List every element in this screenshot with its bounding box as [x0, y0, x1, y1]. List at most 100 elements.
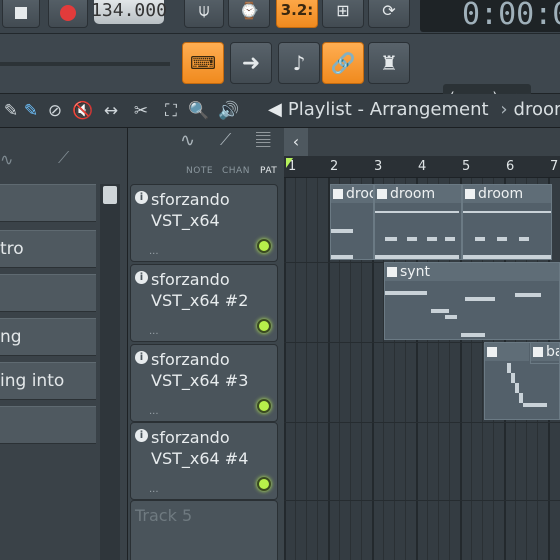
browser-header: ∿ ⟋ — [0, 128, 127, 184]
pattern-clip[interactable]: synt — [384, 262, 560, 340]
track-led[interactable] — [257, 399, 271, 413]
plugin-button[interactable]: ♜ — [368, 42, 410, 84]
clip-label: droo — [346, 186, 373, 202]
browser-item[interactable] — [0, 274, 96, 312]
slice-tool-icon[interactable]: ✂ — [130, 100, 152, 122]
grid-line — [284, 178, 286, 560]
note — [497, 237, 507, 241]
playlist-top-strip — [308, 128, 560, 156]
track-header-3[interactable]: i sforzando VST_x64 #3 ... — [130, 344, 278, 422]
delete-tool-icon[interactable]: ⊘ — [44, 100, 66, 122]
track-header-2[interactable]: i sforzando VST_x64 #2 ... — [130, 264, 278, 342]
note — [511, 373, 515, 383]
note — [515, 293, 541, 297]
track-header-4[interactable]: i sforzando VST_x64 #4 ... — [130, 422, 278, 500]
loop-record-button[interactable]: ⟳ — [368, 0, 410, 28]
shortcut-toolbar: ⌨ ➜ ♪ 🔗 ♜ (none) ▶ — [0, 34, 560, 112]
stop-button[interactable] — [2, 0, 40, 28]
playlist-grid[interactable]: ‹ 1 2 3 4 5 6 7 dro droom droom synt b — [284, 128, 560, 560]
playback-tool-icon[interactable]: 🔊 — [218, 100, 240, 122]
track-name: sforzando VST_x64 #3 — [151, 349, 248, 391]
countdown-button[interactable]: 3.2: — [276, 0, 318, 28]
browser-item[interactable] — [0, 406, 96, 444]
pattern-clip[interactable]: droom — [462, 184, 552, 260]
note — [331, 229, 353, 233]
pattern-clip[interactable]: ba — [530, 342, 560, 364]
ruler-label: 4 — [418, 159, 427, 174]
playlist-title-text: Playlist - Arrangement — [287, 99, 489, 120]
select-tool-icon[interactable]: ⛶ — [160, 100, 182, 122]
track-name-line2: VST_x64 #2 — [151, 291, 249, 310]
track-led[interactable] — [257, 319, 271, 333]
pattern-icon — [533, 347, 543, 357]
metronome-button[interactable]: ⍦ — [184, 0, 224, 28]
clip-title — [485, 343, 529, 361]
note — [385, 291, 427, 295]
track-name-line1: sforzando — [151, 270, 230, 289]
timeline-ruler[interactable]: 1 2 3 4 5 6 7 — [284, 156, 560, 178]
browser-item[interactable] — [0, 184, 96, 222]
mute-tool-icon[interactable]: 🔇 — [72, 100, 94, 122]
paint-tool-icon[interactable]: ✎ — [20, 100, 42, 122]
track-dots: ... — [149, 484, 159, 495]
note — [475, 237, 485, 241]
track-header-1[interactable]: i sforzando VST_x64 ... — [130, 184, 278, 262]
note — [407, 237, 417, 241]
zoom-tool-icon[interactable]: 🔍 — [188, 100, 210, 122]
track-headers: ∿ ⟋ 𝄚 NOTE CHAN PAT i sforzando VST_x64 … — [128, 128, 284, 560]
note — [463, 211, 551, 213]
track-dots: ... — [149, 406, 159, 417]
clip-title: ba — [531, 343, 559, 361]
waveform-icon: ∿ — [0, 150, 14, 169]
track-name-line1: Track 5 — [135, 506, 193, 525]
step-edit-button[interactable]: ⊞ — [322, 0, 364, 28]
link-icon: 🔗 — [330, 51, 356, 75]
tempo-display[interactable]: 134.000 — [91, 0, 167, 24]
playhead-marker[interactable] — [286, 158, 300, 168]
pattern-icon — [465, 189, 475, 199]
metronome-icon: ⍦ — [198, 0, 210, 21]
typing-keyboard-button[interactable]: ⌨ — [182, 42, 224, 84]
browser-item[interactable]: ng — [0, 318, 96, 356]
link-button[interactable]: 🔗 — [322, 42, 364, 84]
clip-title: droom — [463, 185, 551, 203]
track-header-5[interactable]: Track 5 — [130, 500, 278, 560]
note — [519, 393, 523, 403]
playlist-current-pattern[interactable]: droom — [514, 99, 560, 120]
note — [375, 211, 459, 213]
browser-item[interactable]: tro — [0, 230, 96, 268]
clip-label: droom — [390, 186, 436, 202]
pattern-icon — [487, 347, 497, 357]
grid-line — [295, 178, 296, 560]
track-headers-toolbar: ∿ ⟋ 𝄚 NOTE CHAN PAT — [128, 128, 284, 184]
track-led[interactable] — [257, 239, 271, 253]
tab-pat[interactable]: PAT — [260, 166, 277, 176]
slip-tool-icon[interactable]: ↔ — [100, 100, 122, 122]
browser-item[interactable]: ing into — [0, 362, 96, 400]
ruler-label: 3 — [374, 159, 383, 174]
track-name: sforzando VST_x64 #4 — [151, 427, 248, 469]
pattern-icon — [387, 267, 397, 277]
note-button[interactable]: ♪ — [278, 42, 320, 84]
record-button[interactable] — [48, 0, 88, 28]
note — [515, 383, 519, 393]
tab-chan[interactable]: CHAN — [222, 166, 250, 176]
grid-line — [317, 178, 318, 560]
master-level-slider[interactable] — [0, 62, 170, 66]
pattern-icon — [333, 189, 343, 199]
ruler-label: 6 — [506, 159, 515, 174]
track-led[interactable] — [257, 477, 271, 491]
info-icon: i — [135, 351, 148, 364]
snap-button[interactable]: ➜ — [230, 42, 272, 84]
piano-icon: 𝄚 — [256, 130, 271, 151]
chevron-left-icon[interactable]: ‹ — [284, 128, 308, 156]
browser-scrollbar[interactable] — [100, 184, 120, 560]
clip-label: ba — [546, 344, 559, 360]
wait-for-input-button[interactable]: ⌚ — [228, 0, 270, 28]
browser-scroll-thumb[interactable] — [103, 186, 117, 204]
draw-tool-icon[interactable]: ✎ — [0, 100, 22, 122]
tab-note[interactable]: NOTE — [186, 166, 213, 176]
pattern-clip[interactable]: droo — [330, 184, 374, 260]
pattern-clip[interactable]: droom — [374, 184, 462, 260]
step-edit-icon: ⊞ — [336, 0, 350, 20]
